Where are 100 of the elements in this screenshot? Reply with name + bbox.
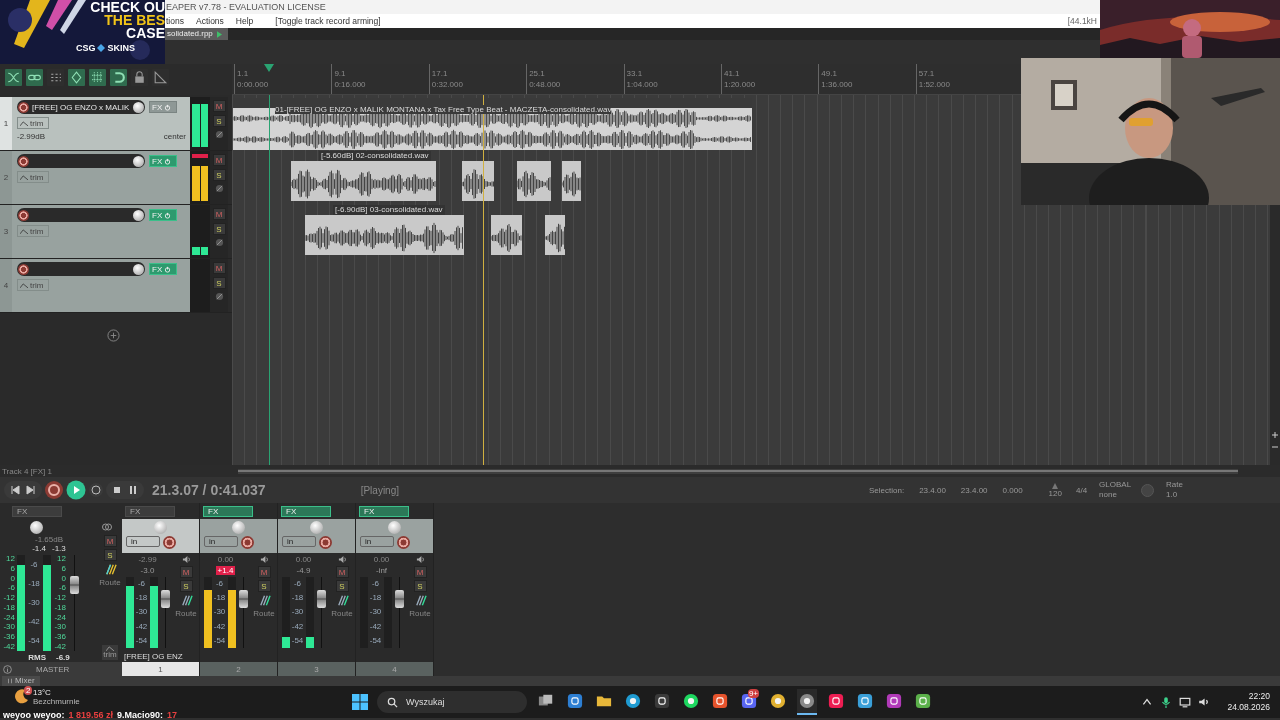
track-panel[interactable]: FX trim: [12, 151, 190, 204]
mute-button[interactable]: M: [335, 566, 349, 578]
track-number[interactable]: 4: [0, 259, 12, 312]
audio-clip[interactable]: [545, 215, 565, 255]
speaker-icon[interactable]: [181, 555, 191, 564]
stereo-link-icon[interactable]: [100, 521, 114, 533]
repeat-button[interactable]: [88, 482, 104, 498]
trim-button[interactable]: trim: [17, 279, 49, 291]
mute-button[interactable]: M: [413, 566, 427, 578]
input-button[interactable]: in: [126, 536, 160, 547]
phase-icon[interactable]: [214, 184, 224, 193]
playrate-option[interactable]: none: [1099, 490, 1132, 500]
clock-time[interactable]: 22:20: [1248, 691, 1270, 702]
mute-button[interactable]: M: [212, 154, 226, 166]
fx-button[interactable]: FX: [149, 155, 177, 167]
zoom-out-icon[interactable]: [1271, 443, 1279, 451]
zoom-in-icon[interactable]: [1271, 431, 1279, 439]
metronome-icon[interactable]: [1051, 482, 1060, 489]
fx-button[interactable]: FX: [149, 263, 177, 275]
input-button[interactable]: in: [204, 536, 238, 547]
track-name-field[interactable]: [17, 208, 145, 222]
fx-button[interactable]: FX: [125, 506, 175, 517]
phase-icon[interactable]: [214, 292, 224, 301]
volume-knob[interactable]: [133, 101, 144, 113]
mixer-tab[interactable]: Mixer: [2, 676, 40, 686]
volume-fader[interactable]: [70, 576, 79, 595]
route-icon[interactable]: [103, 563, 117, 576]
record-arm-button[interactable]: [18, 101, 29, 113]
volume-fader[interactable]: [160, 589, 170, 608]
record-arm-button[interactable]: [241, 536, 254, 549]
route-icon[interactable]: [179, 594, 193, 607]
speaker-icon[interactable]: [1198, 696, 1211, 708]
solo-button[interactable]: S: [212, 277, 226, 289]
channel-number[interactable]: 3: [278, 662, 355, 676]
route-icon[interactable]: [413, 594, 427, 607]
selection-start[interactable]: 23.4.00: [919, 485, 946, 495]
volume-knob[interactable]: [133, 209, 144, 221]
track-number[interactable]: 1: [0, 97, 12, 150]
input-button[interactable]: in: [360, 536, 394, 547]
triangle-ruler-icon[interactable]: [152, 69, 169, 86]
pan-knob[interactable]: [30, 520, 43, 534]
nodes-icon[interactable]: [68, 69, 85, 86]
cross-icon[interactable]: [5, 69, 22, 86]
search-field[interactable]: Wyszukaj: [377, 691, 527, 713]
phase-icon[interactable]: [214, 130, 224, 139]
mute-button[interactable]: M: [212, 262, 226, 274]
track-name-field[interactable]: [17, 154, 145, 168]
trim-button[interactable]: trim: [17, 225, 49, 237]
track-panel[interactable]: [FREE] OG ENZO x MALIK FX trim -2.99dB center: [12, 97, 190, 150]
taskbar-app[interactable]: 9+: [739, 689, 759, 715]
solo-button[interactable]: S: [212, 169, 226, 181]
input-button[interactable]: in: [282, 536, 316, 547]
fx-button[interactable]: FX: [149, 101, 177, 113]
microphone-icon[interactable]: [1160, 696, 1173, 708]
record-arm-button[interactable]: [18, 209, 29, 221]
trim-button[interactable]: trim: [17, 171, 49, 183]
play-button[interactable]: [66, 480, 86, 500]
volume-knob[interactable]: [133, 155, 144, 167]
info-icon[interactable]: [3, 664, 12, 674]
mute-button[interactable]: M: [103, 535, 117, 547]
time-signature[interactable]: 4/4: [1075, 485, 1088, 495]
moon-icon[interactable]: [14, 688, 30, 704]
mute-button[interactable]: M: [212, 208, 226, 220]
audio-clip[interactable]: [305, 215, 464, 255]
start-icon[interactable]: [352, 694, 368, 710]
tempo-value[interactable]: 120: [1048, 488, 1062, 498]
record-arm-button[interactable]: [18, 263, 29, 275]
fx-button[interactable]: FX: [12, 506, 62, 517]
ad-banner[interactable]: CHECK OU THE BES CASE CSG SKINS: [0, 0, 165, 64]
solo-button[interactable]: S: [103, 549, 117, 561]
audio-clip[interactable]: [462, 161, 494, 201]
record-arm-button[interactable]: [397, 536, 410, 549]
monitor-icon[interactable]: [1179, 696, 1192, 708]
audio-clip[interactable]: [291, 161, 436, 201]
solo-button[interactable]: S: [179, 580, 193, 592]
audio-item[interactable]: 01-[FREE] OG ENZO x MALIK MONTANA x Tax Free Type Beat - MACZETA-consolidated.wav: [233, 98, 752, 150]
link-icon[interactable]: [26, 69, 43, 86]
clock-date[interactable]: 24.08.2026: [1227, 702, 1270, 713]
volume-fader[interactable]: [394, 589, 404, 608]
record-arm-button[interactable]: [18, 155, 29, 167]
edit-cursor-marker[interactable]: [264, 64, 274, 72]
selection-end[interactable]: 23.4.00: [960, 485, 988, 495]
record-arm-button[interactable]: [163, 536, 176, 549]
track-number[interactable]: 3: [0, 205, 12, 258]
solo-button[interactable]: S: [413, 580, 427, 592]
solo-button[interactable]: S: [335, 580, 349, 592]
channel-number[interactable]: 4: [356, 662, 433, 676]
fx-button[interactable]: FX: [203, 506, 253, 517]
mute-button[interactable]: M: [179, 566, 193, 578]
track-panel[interactable]: FX trim: [12, 259, 190, 312]
route-icon[interactable]: [257, 594, 271, 607]
speaker-icon[interactable]: [415, 555, 425, 564]
menu-item[interactable]: Actions: [195, 14, 224, 28]
audio-clip[interactable]: [517, 161, 551, 201]
track-number[interactable]: 2: [0, 151, 12, 204]
channel-number[interactable]: 2: [200, 662, 277, 676]
magnet-icon[interactable]: [110, 69, 127, 86]
speaker-icon[interactable]: [259, 555, 269, 564]
fx-button[interactable]: FX: [281, 506, 331, 517]
record-button[interactable]: [44, 480, 64, 500]
